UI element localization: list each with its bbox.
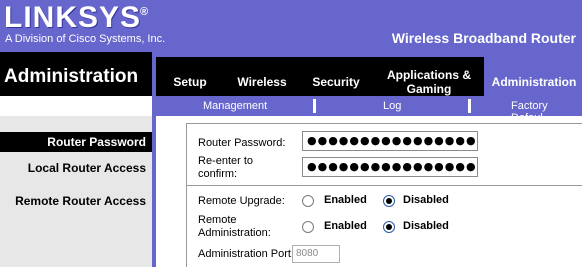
remote-upgrade-disabled-label[interactable]: Disabled: [403, 194, 449, 206]
section-rule: [186, 123, 582, 124]
tab-security[interactable]: Security: [304, 75, 368, 89]
remote-upgrade-label: Remote Upgrade:: [198, 195, 285, 207]
heading-local-router-access: Local Router Access: [27, 161, 146, 175]
section-rule-vertical: [186, 185, 187, 267]
subtab-factory-defaults[interactable]: Factory Defaul: [511, 100, 582, 124]
tab-applications-gaming-line2: Gaming: [406, 82, 452, 96]
remote-administration-label: Remote Administration:: [198, 214, 271, 240]
subtab-log[interactable]: Log: [383, 100, 401, 112]
tab-administration[interactable]: Administration: [486, 75, 582, 89]
product-name: Wireless Broadband Router: [391, 30, 576, 46]
heading-router-password: Router Password: [47, 135, 146, 149]
router-password-label: Router Password:: [198, 137, 286, 149]
remote-administration-label-line1: Remote: [198, 214, 237, 226]
remote-admin-disabled-label[interactable]: Disabled: [403, 220, 449, 232]
registered-mark: ®: [140, 6, 149, 18]
linksys-logo: LINKSYS: [4, 1, 142, 34]
reenter-password-label-line2: confirm:: [198, 168, 238, 180]
remote-upgrade-enabled-radio[interactable]: [302, 195, 314, 207]
brand-tagline: A Division of Cisco Systems, Inc.: [5, 33, 166, 45]
remote-admin-enabled-radio[interactable]: [302, 221, 314, 233]
reenter-password-label-line1: Re-enter to: [198, 155, 254, 167]
subtab-management[interactable]: Management: [203, 100, 267, 112]
remote-upgrade-disabled-radio[interactable]: [383, 195, 395, 207]
subtab-separator: [313, 99, 316, 113]
heading-remote-router-access: Remote Router Access: [15, 194, 146, 208]
remote-upgrade-enabled-label[interactable]: Enabled: [324, 194, 367, 206]
router-password-input[interactable]: ●●●●●●●●●●●●●●●●: [302, 131, 478, 151]
reenter-password-label: Re-enter to confirm:: [198, 155, 253, 181]
reenter-password-input[interactable]: ●●●●●●●●●●●●●●●●: [302, 157, 478, 177]
admin-port-label: Administration Port:: [198, 248, 294, 260]
tab-wireless[interactable]: Wireless: [228, 75, 296, 89]
tab-applications-gaming[interactable]: Applications & Gaming: [378, 68, 480, 96]
section-rule-vertical: [186, 123, 187, 185]
subtab-separator: [468, 99, 471, 113]
section-rule: [186, 185, 582, 186]
remote-admin-disabled-radio[interactable]: [383, 221, 395, 233]
admin-port-input[interactable]: 8080: [292, 245, 340, 263]
remote-admin-enabled-label[interactable]: Enabled: [324, 220, 367, 232]
section-title: Administration: [4, 66, 139, 87]
tab-applications-gaming-line1: Applications &: [386, 68, 471, 82]
column-divider: [152, 52, 156, 267]
remote-administration-label-line2: Administration:: [198, 227, 271, 239]
tab-setup[interactable]: Setup: [160, 75, 220, 89]
